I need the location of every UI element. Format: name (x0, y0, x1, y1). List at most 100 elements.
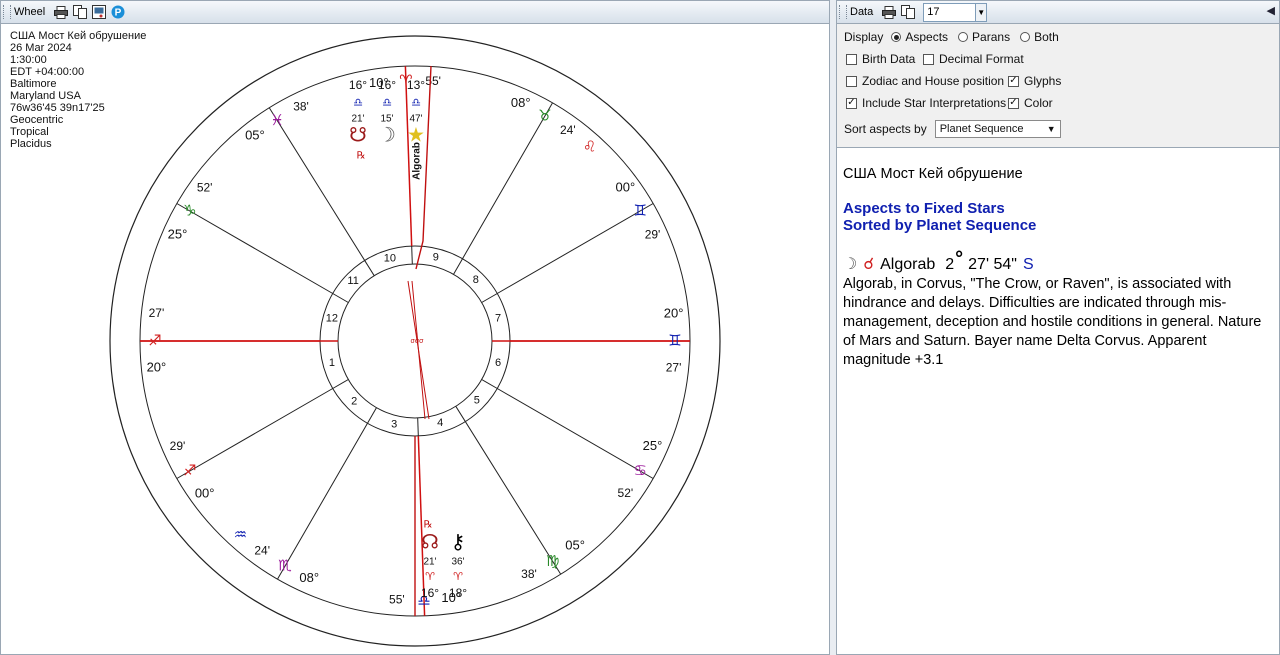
cusp-degree: 05° (245, 128, 265, 143)
house-number: 4 (437, 417, 443, 429)
zodiac-sign-icon: ♋ (633, 462, 646, 480)
cusp-degree: 25° (168, 227, 188, 242)
cusp-degree: 05° (565, 537, 585, 552)
libra-sign-icon: ♎ (411, 96, 421, 109)
aspect-degree-symbol: ° (955, 248, 964, 270)
cusp-minute: 52' (618, 486, 634, 500)
zodiac-sign-icon: ♓ (270, 111, 283, 129)
aspect-star-name: Algorab (880, 256, 936, 273)
star-interp-label[interactable]: Include Star Interpretations (862, 96, 1006, 110)
print-icon[interactable] (53, 5, 68, 20)
collapse-arrow-icon[interactable]: ◀ (1267, 4, 1275, 17)
zodiac-house-checkbox[interactable] (846, 75, 857, 87)
color-checkbox[interactable]: ✓ (1008, 97, 1019, 109)
aspect-orb: 27' 54" (968, 256, 1017, 273)
radio-aspects[interactable] (891, 32, 902, 42)
drag-grip-icon[interactable] (3, 5, 11, 19)
house-number: 3 (391, 418, 397, 430)
chevron-down-icon[interactable]: ▼ (975, 3, 987, 21)
glyphs-checkbox[interactable]: ✓ (1008, 75, 1019, 87)
help-icon[interactable]: P (110, 5, 125, 20)
conjunction-icon: ☌ (863, 256, 875, 273)
retrograde-icon: ℞ (357, 151, 366, 162)
cusp-degree: 20° (664, 305, 684, 320)
drag-grip-icon[interactable] (839, 5, 847, 19)
planet-degree: 16° (349, 78, 367, 92)
copy-icon[interactable] (900, 5, 915, 20)
aspect-row: ☽ ☌ Algorab 2 ° 27' 54" S (843, 248, 1273, 275)
aspect-line (411, 280, 426, 420)
cusp-minute: 27' (149, 306, 165, 320)
house-number: 9 (433, 251, 439, 263)
aspect-marker: σσσ (411, 338, 425, 345)
house-cusp-inner-line (332, 379, 349, 389)
house-cusp-inner-line (417, 417, 419, 436)
house-cusp-line (176, 203, 333, 294)
radio-aspects-label[interactable]: Aspects (905, 30, 948, 44)
print-icon[interactable] (881, 5, 896, 20)
cusp-minute: 24' (254, 544, 270, 558)
libra-sign-icon: ♎ (382, 96, 392, 109)
color-label[interactable]: Color (1024, 96, 1053, 110)
decimal-format-label[interactable]: Decimal Format (939, 52, 1024, 66)
cusp-minute: 27' (666, 360, 682, 374)
zodiac-sign-icon: ♍ (546, 552, 559, 570)
planet-degree: 18° (449, 586, 467, 600)
birth-data-label[interactable]: Birth Data (862, 52, 915, 66)
radio-parans-label[interactable]: Parans (972, 30, 1010, 44)
moon-icon: ☽ (843, 256, 858, 273)
report-chart-name: США Мост Кей обрушение (843, 166, 1023, 182)
wheel-panel: Wheel P США Мост Кей обрушение 26 Mar 202… (0, 0, 830, 655)
cusp-degree: 08° (511, 95, 531, 110)
data-titlebar: Data 17 ▼ ◀ (837, 1, 1279, 24)
cusp-degree: 00° (195, 485, 215, 500)
sort-select[interactable]: Planet Sequence ▼ (934, 120, 1061, 138)
aspect-degrees: 2 (945, 256, 955, 273)
radio-both-label[interactable]: Both (1034, 30, 1059, 44)
birth-data-checkbox[interactable] (846, 53, 857, 65)
save-image-icon[interactable] (91, 5, 106, 20)
house-cusp-line (462, 102, 553, 259)
house-cusp-inner-line (455, 406, 466, 422)
star-interp-checkbox[interactable]: ✓ (846, 97, 857, 109)
house-number: 12 (326, 313, 338, 325)
report-heading-fixed-stars: Aspects to Fixed Stars (843, 200, 1005, 217)
sort-select-value: Planet Sequence (939, 123, 1024, 135)
radio-parans[interactable] (958, 32, 969, 42)
house-cusp-line (497, 388, 654, 479)
radio-both[interactable] (1020, 32, 1031, 42)
report-area: США Мост Кей обрушение Aspects to Fixed … (837, 148, 1279, 654)
zodiac-sign-icon: ♉ (538, 106, 551, 124)
planet-degree: 13° (407, 78, 425, 92)
cusp-minute: 29' (645, 227, 661, 241)
zodiac-sign-icon: ♐ (183, 462, 196, 480)
display-label: Display (844, 30, 884, 44)
sort-label: Sort aspects by (844, 122, 927, 136)
zodiac-sign-icon: ♊ (668, 332, 681, 350)
house-cusp-inner-line (364, 260, 375, 276)
zodiac-house-label[interactable]: Zodiac and House position (862, 74, 1004, 88)
planet-glyph-icon: ☽ (378, 123, 396, 147)
svg-text:P: P (114, 8, 121, 19)
zodiac-sign-icon: ♑ (183, 202, 196, 220)
house-number: 8 (473, 274, 479, 286)
cusp-minute: 38' (293, 99, 309, 113)
planet-glyph-icon: ⚷ (451, 530, 466, 554)
cusp-degree: 25° (643, 438, 663, 453)
house-cusp-inner-line (411, 246, 413, 265)
house-cusp-inner-line (481, 293, 498, 303)
glyphs-label[interactable]: Glyphs (1024, 74, 1061, 88)
house-cusp-inner-line (367, 407, 377, 424)
wheel-title: Wheel (14, 6, 46, 18)
cusp-degree: 08° (299, 570, 319, 585)
house-number: 2 (351, 396, 357, 408)
cusp-degree: 20° (147, 360, 167, 375)
house-cusp-line (497, 203, 654, 294)
data-title: Data (850, 6, 874, 18)
copy-icon[interactable] (72, 5, 87, 20)
data-panel: Data 17 ▼ ◀ Display Aspects Parans Both … (836, 0, 1280, 655)
intercepted-sign-icon: ♒ (234, 525, 247, 543)
chart-number-combo[interactable]: 17 ▼ (923, 2, 988, 22)
house-number: 10 (384, 253, 396, 265)
decimal-format-checkbox[interactable] (923, 53, 934, 65)
